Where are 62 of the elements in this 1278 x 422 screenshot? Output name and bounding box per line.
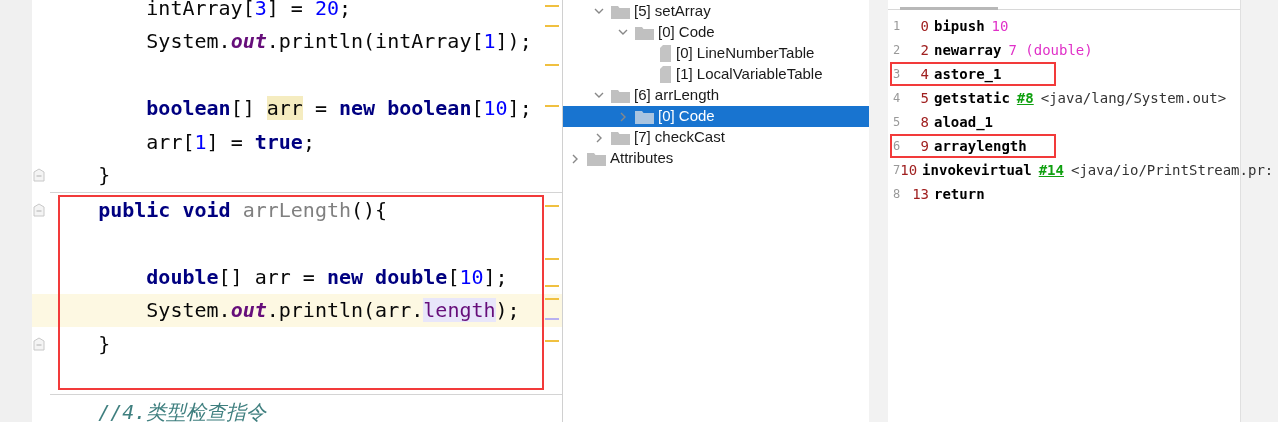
operand: 7 (double) — [1008, 42, 1093, 58]
opcode: aload_1 — [934, 114, 993, 130]
code-line: intArray[3] = 20; — [145, 0, 352, 22]
opcode: getstatic — [934, 90, 1010, 106]
opcode: bipush — [934, 18, 985, 34]
opcode: astore_1 — [934, 66, 1002, 82]
code-line: } — [97, 162, 111, 190]
line-number: 3 — [892, 66, 902, 82]
operand: 10 — [991, 18, 1009, 34]
folder-icon — [635, 25, 654, 40]
bytecode-offset: 4 — [919, 66, 930, 82]
bytecode-offset: 10 — [900, 162, 919, 178]
bytecode-offset: 0 — [919, 18, 930, 34]
bytecode-offset: 13 — [911, 186, 930, 202]
line-number: 2 — [892, 42, 902, 58]
line-number: 4 — [892, 90, 902, 106]
tree-item[interactable]: [7] checkCast — [563, 127, 869, 148]
chevron-down-icon[interactable] — [618, 29, 628, 36]
tree-item[interactable]: [0] LineNumberTable — [563, 43, 869, 64]
folder-icon — [635, 109, 654, 124]
tree-item[interactable]: [5] setArray — [563, 1, 869, 22]
opcode: return — [934, 186, 985, 202]
opcode: invokevirtual — [922, 162, 1032, 178]
ref-comment: <java/io/PrintStream.pr: — [1070, 162, 1274, 178]
code-line: public void arrLength(){ — [97, 196, 388, 224]
code-line: System.out.println(intArray[1]); — [145, 28, 532, 56]
fold-marker-icon[interactable] — [33, 168, 45, 183]
tree-item[interactable]: Attributes — [563, 148, 869, 169]
chevron-down-icon[interactable] — [594, 8, 604, 15]
bytecode-offset: 5 — [919, 90, 930, 106]
chevron-down-icon[interactable] — [594, 92, 604, 99]
fold-marker-icon[interactable] — [33, 336, 45, 351]
code-line: double[] arr = new double[10]; — [145, 263, 508, 291]
line-number: 6 — [892, 138, 902, 154]
opcode: newarray — [934, 42, 1002, 58]
line-number: 5 — [892, 114, 902, 130]
file-icon — [659, 45, 672, 62]
code-line: boolean[] arr = new boolean[10]; — [145, 95, 532, 123]
folder-icon — [611, 88, 630, 103]
line-number: 7 — [892, 162, 901, 178]
folder-icon — [611, 4, 630, 19]
bytecode-offset: 2 — [919, 42, 930, 58]
fold-marker-icon[interactable] — [33, 202, 45, 217]
code-line: arr[1] = true; — [145, 128, 315, 156]
tree-item[interactable]: [0] Code — [563, 22, 869, 43]
chevron-right-icon[interactable] — [571, 153, 579, 164]
code-line: System.out.println(arr.length); — [145, 297, 520, 325]
bytecode-offset: 9 — [919, 138, 930, 154]
tree-item[interactable]: [0] Code — [563, 106, 869, 127]
opcode: arraylength — [934, 138, 1027, 154]
file-icon — [659, 66, 672, 83]
code-line: //4.类型检查指令 — [97, 398, 267, 422]
tree-item[interactable]: [6] arrLength — [563, 85, 869, 106]
folder-icon — [587, 151, 606, 166]
bytecode-offset: 8 — [919, 114, 930, 130]
code-line: } — [97, 330, 111, 358]
chevron-right-icon[interactable] — [595, 132, 603, 143]
line-number: 1 — [892, 18, 902, 34]
ref-comment: <java/lang/System.out> — [1040, 90, 1227, 106]
folder-icon — [611, 130, 630, 145]
tree-item[interactable]: [1] LocalVariableTable — [563, 64, 869, 85]
line-number: 8 — [892, 186, 902, 202]
